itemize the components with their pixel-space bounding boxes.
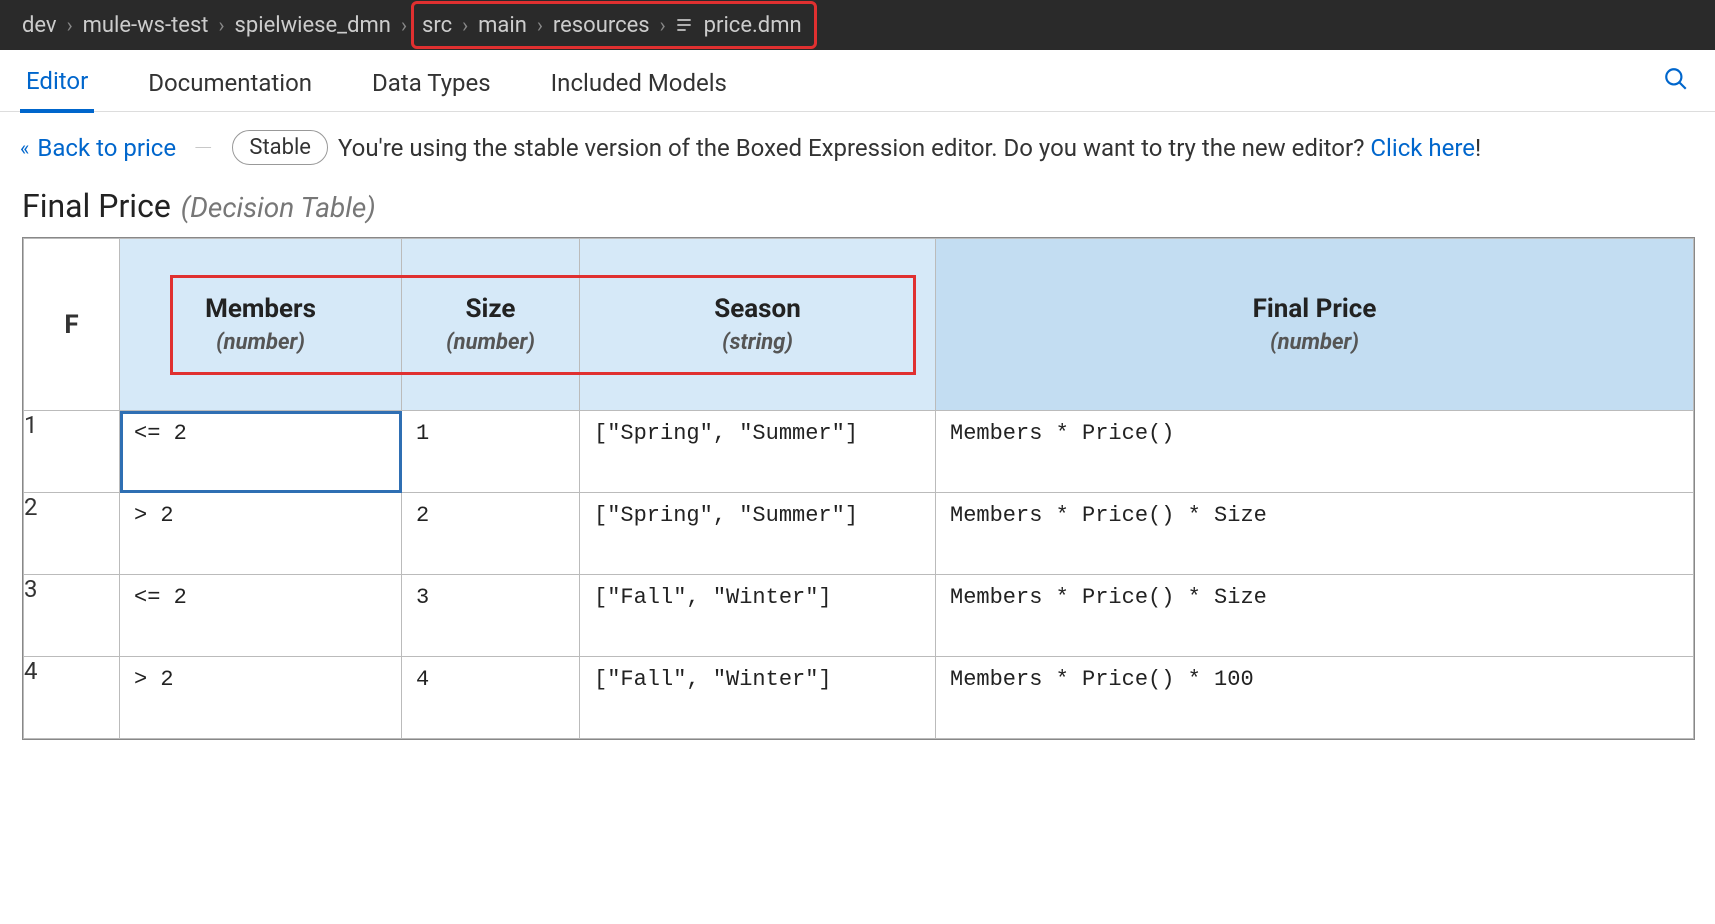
input-column-header-members[interactable]: Members (number) bbox=[120, 239, 402, 411]
column-type: (number) bbox=[402, 330, 579, 355]
breadcrumb-segment[interactable]: main bbox=[478, 13, 527, 38]
back-arrows-icon[interactable]: « bbox=[20, 136, 29, 160]
breadcrumb-segment[interactable]: dev bbox=[22, 13, 57, 38]
row-number[interactable]: 2 bbox=[24, 493, 120, 575]
tab-included-models[interactable]: Included Models bbox=[545, 51, 733, 111]
input-column-header-season[interactable]: Season (string) bbox=[580, 239, 936, 411]
subheader: « Back to price — Stable You're using th… bbox=[0, 112, 1715, 169]
table-row: 3 <= 2 3 ["Fall", "Winter"] Members * Pr… bbox=[24, 575, 1694, 657]
cell-season[interactable]: ["Fall", "Winter"] bbox=[580, 575, 936, 657]
breadcrumb-segment[interactable]: mule-ws-test bbox=[83, 13, 209, 38]
chevron-right-icon: › bbox=[462, 13, 468, 37]
output-column-header[interactable]: Final Price (number) bbox=[936, 239, 1694, 411]
breadcrumb-segment[interactable]: src bbox=[422, 13, 452, 38]
tab-documentation[interactable]: Documentation bbox=[142, 51, 318, 111]
hit-policy-label: F bbox=[64, 310, 78, 340]
row-number[interactable]: 3 bbox=[24, 575, 120, 657]
decision-table-container: F Members (number) Size (number) Season … bbox=[22, 237, 1695, 740]
cell-size[interactable]: 1 bbox=[402, 411, 580, 493]
cell-members[interactable]: > 2 bbox=[120, 493, 402, 575]
page-title: Final Price bbox=[22, 187, 171, 225]
cell-size[interactable]: 3 bbox=[402, 575, 580, 657]
chevron-right-icon: › bbox=[537, 13, 543, 37]
cell-output[interactable]: Members * Price() * 100 bbox=[936, 657, 1694, 739]
column-name: Season bbox=[580, 294, 935, 324]
subheader-text: You're using the stable version of the B… bbox=[338, 134, 1370, 162]
file-icon bbox=[674, 15, 694, 35]
tab-data-types[interactable]: Data Types bbox=[366, 51, 497, 111]
page-title-row: Final Price (Decision Table) bbox=[0, 169, 1715, 237]
hit-policy-cell[interactable]: F bbox=[24, 239, 120, 411]
breadcrumb-segment[interactable]: resources bbox=[553, 13, 650, 38]
column-type: (number) bbox=[936, 330, 1693, 355]
cell-season[interactable]: ["Fall", "Winter"] bbox=[580, 657, 936, 739]
cell-members[interactable]: > 2 bbox=[120, 657, 402, 739]
cell-season[interactable]: ["Spring", "Summer"] bbox=[580, 411, 936, 493]
click-here-link[interactable]: Click here bbox=[1370, 134, 1475, 162]
separator-icon: — bbox=[194, 134, 214, 162]
tab-bar: Editor Documentation Data Types Included… bbox=[0, 50, 1715, 112]
column-name: Final Price bbox=[936, 294, 1693, 324]
page-subtitle: (Decision Table) bbox=[181, 191, 376, 224]
breadcrumb-file[interactable]: price.dmn bbox=[704, 13, 802, 38]
search-icon[interactable] bbox=[1663, 66, 1689, 96]
column-name: Members bbox=[120, 294, 401, 324]
subheader-message: You're using the stable version of the B… bbox=[338, 134, 1481, 162]
cell-output[interactable]: Members * Price() * Size bbox=[936, 493, 1694, 575]
breadcrumb: dev › mule-ws-test › spielwiese_dmn › sr… bbox=[0, 0, 1715, 50]
row-number[interactable]: 4 bbox=[24, 657, 120, 739]
table-row: 4 > 2 4 ["Fall", "Winter"] Members * Pri… bbox=[24, 657, 1694, 739]
column-type: (string) bbox=[580, 330, 935, 355]
subheader-tail: ! bbox=[1475, 134, 1481, 162]
chevron-right-icon: › bbox=[660, 13, 666, 37]
row-number[interactable]: 1 bbox=[24, 411, 120, 493]
input-column-header-size[interactable]: Size (number) bbox=[402, 239, 580, 411]
table-row: 2 > 2 2 ["Spring", "Summer"] Members * P… bbox=[24, 493, 1694, 575]
tab-editor[interactable]: Editor bbox=[20, 49, 94, 113]
breadcrumb-highlight-box: src › main › resources › price.dmn bbox=[411, 1, 817, 49]
decision-table: F Members (number) Size (number) Season … bbox=[23, 238, 1694, 739]
chevron-right-icon: › bbox=[401, 13, 407, 37]
chevron-right-icon: › bbox=[219, 13, 225, 37]
table-row: 1 <= 2 1 ["Spring", "Summer"] Members * … bbox=[24, 411, 1694, 493]
cell-members[interactable]: <= 2 bbox=[120, 411, 402, 493]
cell-size[interactable]: 2 bbox=[402, 493, 580, 575]
cell-season[interactable]: ["Spring", "Summer"] bbox=[580, 493, 936, 575]
back-link[interactable]: Back to price bbox=[37, 134, 176, 162]
chevron-right-icon: › bbox=[67, 13, 73, 37]
stable-badge[interactable]: Stable bbox=[232, 130, 328, 165]
breadcrumb-segment[interactable]: spielwiese_dmn bbox=[235, 13, 391, 38]
column-name: Size bbox=[402, 294, 579, 324]
cell-size[interactable]: 4 bbox=[402, 657, 580, 739]
column-type: (number) bbox=[120, 330, 401, 355]
cell-output[interactable]: Members * Price() * Size bbox=[936, 575, 1694, 657]
cell-members[interactable]: <= 2 bbox=[120, 575, 402, 657]
cell-output[interactable]: Members * Price() bbox=[936, 411, 1694, 493]
